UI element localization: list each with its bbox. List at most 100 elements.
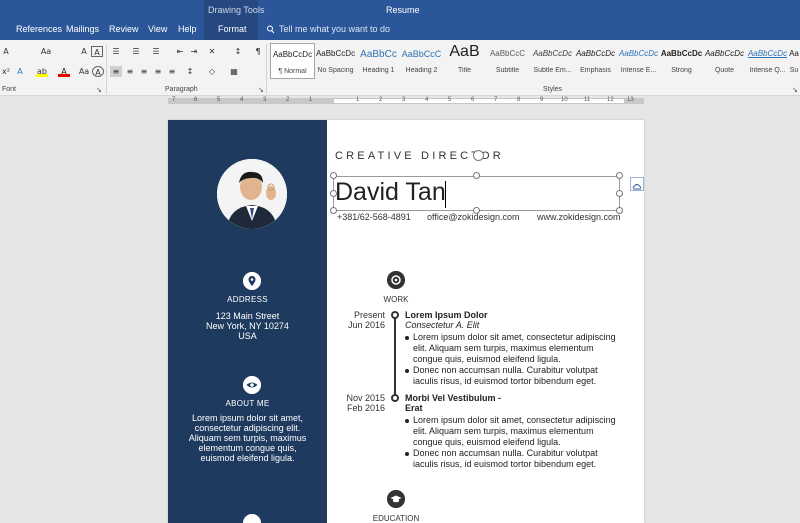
font-launcher-icon[interactable]: ↘: [96, 86, 102, 94]
style-heading-1[interactable]: AaBbCc Heading 1: [356, 43, 401, 79]
about-text-line: euismod eleifend ligula.: [200, 453, 295, 463]
job-bullet: Lorem ipsum dolor sit amet, consectetur …: [405, 415, 620, 448]
distributed-icon[interactable]: ≡: [166, 66, 178, 77]
style-strong[interactable]: AaBbCcDc Strong: [659, 43, 704, 79]
multilevel-list-icon[interactable]: ☰: [150, 46, 162, 57]
graduation-cap-icon: [387, 490, 405, 508]
font-case-button[interactable]: Aa: [38, 46, 54, 57]
shading-icon[interactable]: ◇: [206, 66, 218, 77]
ruler-number: 11: [584, 97, 591, 103]
ruler-number: 6: [471, 97, 475, 103]
align-right-icon[interactable]: ≡: [138, 66, 150, 77]
tell-me-box[interactable]: Tell me what you want to do: [266, 24, 390, 34]
ruler-number: 12: [607, 97, 614, 103]
style-preview: AaBbCc: [360, 49, 397, 60]
superscript-icon[interactable]: x²: [0, 66, 12, 77]
style-subtle-emphasis[interactable]: AaBbCcDc Subtle Em...: [530, 43, 575, 79]
style-quote[interactable]: AaBbCcDc Quote: [702, 43, 747, 79]
ruler-number: 3: [402, 97, 406, 103]
phone-number: +381/62-568-4891: [337, 212, 411, 222]
ruler-number: 4: [240, 97, 244, 103]
eye-icon: [243, 376, 261, 394]
style-name: Intense Q...: [749, 67, 786, 74]
ruler-number: 2: [286, 97, 290, 103]
resize-handle[interactable]: [330, 207, 337, 214]
job-date-end: Jun 2016: [347, 320, 385, 330]
clear-formatting-icon[interactable]: A: [78, 46, 90, 57]
align-center-icon[interactable]: ≡: [124, 66, 136, 77]
ruler-number: 1: [309, 97, 313, 103]
website-url: www.zokidesign.com: [537, 212, 621, 222]
style-preview: AaBbCcDc: [532, 49, 573, 58]
ruler-number: 1: [356, 97, 360, 103]
chinese-layout-icon[interactable]: ✕: [206, 46, 218, 57]
style-name: No Spacing: [317, 67, 354, 74]
sort-icon[interactable]: ↕: [232, 46, 244, 57]
rotate-handle[interactable]: [473, 150, 484, 161]
paragraph-launcher-icon[interactable]: ↘: [258, 86, 264, 94]
ruler-number: 3: [263, 97, 267, 103]
enclose-char-icon[interactable]: A: [92, 66, 104, 77]
address-line: USA: [238, 331, 257, 341]
ribbon-separator: [266, 44, 267, 94]
style-emphasis[interactable]: AaBbCcDc Emphasis: [573, 43, 618, 79]
style-name: Emphasis: [580, 67, 611, 74]
resize-handle[interactable]: [616, 172, 623, 179]
numbering-icon[interactable]: ☰: [130, 46, 142, 57]
style-title[interactable]: AaB Title: [442, 43, 487, 79]
style-preview: AaBbCcDc: [660, 49, 703, 58]
tab-help[interactable]: Help: [178, 24, 197, 34]
style-subtitle[interactable]: AaBbCcC Subtitle: [485, 43, 530, 79]
grow-font-icon[interactable]: Aa: [78, 66, 90, 77]
style-preview: AaBbCcDc: [315, 49, 356, 58]
resize-handle[interactable]: [473, 172, 480, 179]
resize-handle[interactable]: [616, 190, 623, 197]
style-preview: AaBbCcDc: [747, 49, 788, 58]
resize-handle[interactable]: [330, 172, 337, 179]
bullets-icon[interactable]: ☰: [110, 46, 122, 57]
style-normal[interactable]: AaBbCcDc ¶ Normal: [270, 43, 315, 79]
style-heading-2[interactable]: AaBbCcC Heading 2: [399, 43, 444, 79]
tab-mailings[interactable]: Mailings: [66, 24, 99, 34]
style-no-spacing[interactable]: AaBbCcDc No Spacing: [313, 43, 358, 79]
style-intense-quote[interactable]: AaBbCcDc Intense Q...: [745, 43, 790, 79]
text-highlight-icon[interactable]: A: [91, 46, 103, 57]
education-title: EDUCATION: [372, 514, 420, 523]
job-date-end: Feb 2016: [346, 403, 385, 413]
style-preview: AaB: [449, 43, 480, 60]
timeline-dot: [391, 311, 399, 319]
text-effects-icon[interactable]: A: [14, 66, 26, 77]
highlight-color-icon[interactable]: ab: [36, 66, 48, 77]
justify-icon[interactable]: ≡: [152, 66, 164, 77]
decrease-indent-icon[interactable]: ⇤: [174, 46, 186, 57]
ruler-number: 6: [194, 97, 198, 103]
shrink-font-icon[interactable]: A: [0, 46, 12, 57]
job-bullets: Lorem ipsum dolor sit amet, consectetur …: [405, 415, 620, 470]
borders-icon[interactable]: ▦: [228, 66, 240, 77]
tab-view[interactable]: View: [148, 24, 167, 34]
show-marks-icon[interactable]: ¶: [252, 46, 264, 57]
job-heading-continued: Erat: [405, 403, 423, 413]
style-intense-emphasis[interactable]: AaBbCcDc Intense E...: [616, 43, 661, 79]
tab-format[interactable]: Format: [218, 24, 247, 34]
style-subtle-reference[interactable]: Aa Su: [788, 43, 800, 79]
style-preview: AaBbCcDc: [575, 49, 616, 58]
line-spacing-icon[interactable]: ↕: [184, 66, 196, 77]
style-preview: AaBbCcDc: [618, 49, 659, 58]
styles-launcher-icon[interactable]: ↘: [792, 86, 798, 94]
style-name: Title: [458, 67, 471, 74]
resize-handle[interactable]: [330, 190, 337, 197]
style-name: Subtitle: [495, 67, 520, 74]
style-name: ¶ Normal: [278, 68, 307, 75]
tab-review[interactable]: Review: [109, 24, 139, 34]
increase-indent-icon[interactable]: ⇥: [188, 46, 200, 57]
resume-name[interactable]: David Tan: [335, 178, 446, 207]
ruler-number: 13: [627, 97, 634, 103]
tab-references[interactable]: References: [16, 24, 62, 34]
layout-options-button[interactable]: [630, 177, 644, 191]
font-color-icon[interactable]: A: [58, 66, 70, 77]
ruler-number: 7: [172, 97, 176, 103]
style-name: Heading 1: [362, 67, 395, 74]
align-left-icon[interactable]: ≡: [110, 66, 122, 77]
timeline-dot: [391, 394, 399, 402]
